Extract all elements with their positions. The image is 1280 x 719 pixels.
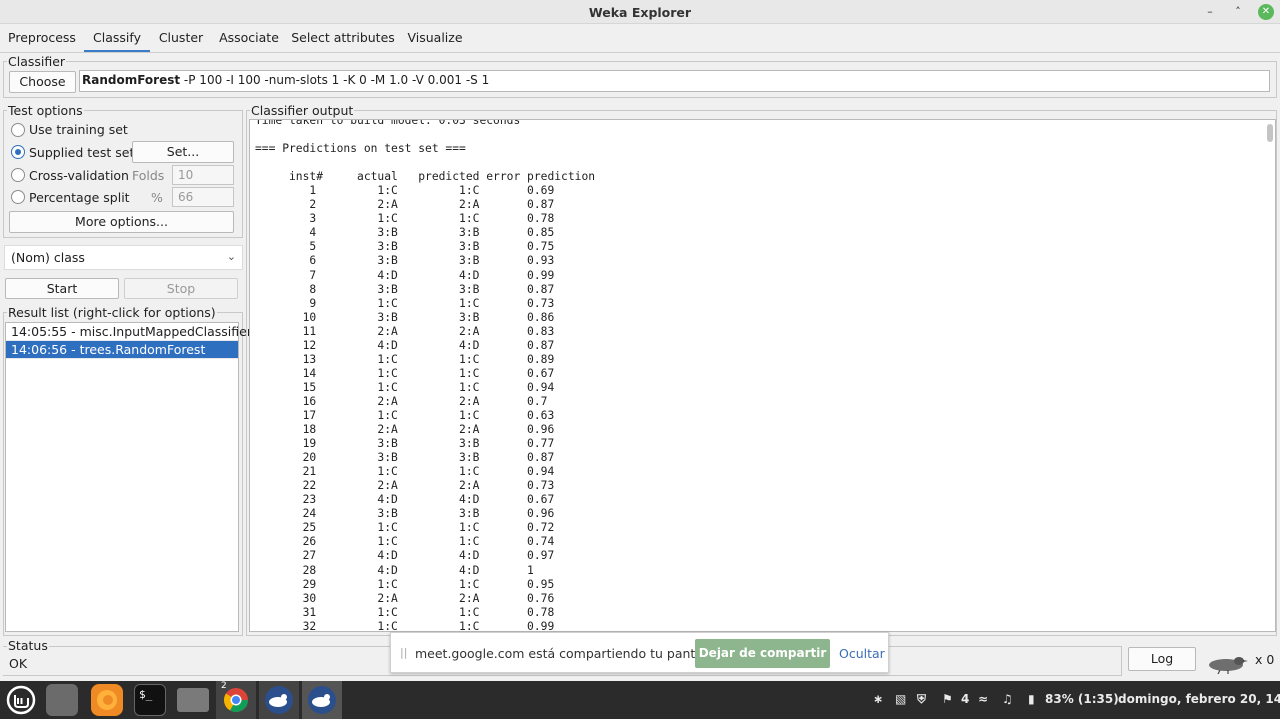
- cross-validation-radio[interactable]: [11, 168, 25, 182]
- set-test-set-button[interactable]: Set...: [132, 141, 234, 163]
- use-training-set-label: Use training set: [29, 122, 128, 137]
- stop-sharing-button[interactable]: Dejar de compartir: [695, 639, 830, 668]
- percentage-split-radio[interactable]: [11, 190, 25, 204]
- log-button[interactable]: Log: [1128, 647, 1196, 671]
- choose-button[interactable]: Choose: [9, 71, 76, 93]
- status-text: OK: [9, 656, 28, 671]
- close-button[interactable]: ✕: [1258, 4, 1274, 20]
- window-title: Weka Explorer: [588, 5, 692, 20]
- output-scrollbar[interactable]: [1267, 124, 1273, 142]
- stop-button[interactable]: Stop: [124, 278, 238, 299]
- test-options-group-label: Test options: [7, 103, 84, 118]
- use-training-set-radio[interactable]: [11, 123, 25, 137]
- classifier-group-label: Classifier: [7, 54, 67, 69]
- class-attribute-value: (Nom) class: [11, 250, 85, 265]
- start-button[interactable]: Start: [5, 278, 119, 299]
- title-bar: Weka Explorer – ˄ ✕: [0, 0, 1280, 24]
- taskbar: $_ 2 ∗ ▧ ⛨ ⚑ 4 ≈ ♫ ▮ 83% (1:35) domingo,…: [0, 681, 1280, 719]
- folds-field[interactable]: 10: [172, 165, 234, 185]
- classifier-output-label: Classifier output: [250, 103, 355, 118]
- battery-status: 83% (1:35): [1045, 692, 1119, 706]
- firefox-icon[interactable]: [91, 684, 123, 716]
- tab-visualize[interactable]: Visualize: [402, 24, 468, 52]
- bluetooth-icon[interactable]: ∗: [873, 692, 883, 706]
- result-item-input-mapped[interactable]: 14:05:55 - misc.InputMappedClassifier: [6, 323, 252, 341]
- weka-window-icon[interactable]: [263, 684, 295, 716]
- classifier-output-text[interactable]: Time taken to build model: 0.03 seconds …: [249, 119, 1276, 632]
- mint-menu-icon[interactable]: [5, 684, 37, 716]
- show-desktop-icon[interactable]: [46, 684, 78, 716]
- clock[interactable]: domingo, febrero 20, 14:09: [1118, 692, 1280, 706]
- clipboard-icon[interactable]: ▧: [895, 692, 906, 706]
- notifications-icon[interactable]: ⚑: [942, 692, 953, 706]
- tab-preprocess[interactable]: Preprocess: [3, 24, 81, 52]
- tab-associate[interactable]: Associate: [213, 24, 285, 52]
- battery-icon[interactable]: ▮: [1028, 692, 1035, 706]
- wifi-icon[interactable]: ≈: [978, 692, 988, 706]
- files-icon[interactable]: [177, 688, 209, 712]
- chrome-window-count: 2: [221, 681, 227, 691]
- share-message: meet.google.com está compartiendo tu pan…: [415, 646, 722, 661]
- terminal-icon[interactable]: $_: [134, 684, 166, 716]
- result-list[interactable]: 14:05:55 - misc.InputMappedClassifier 14…: [5, 322, 252, 632]
- tab-cluster[interactable]: Cluster: [154, 24, 208, 52]
- chevron-down-icon: ⌄: [226, 250, 236, 263]
- screen-share-bar: || meet.google.com está compartiendo tu …: [390, 632, 889, 673]
- sound-icon[interactable]: ♫: [1002, 692, 1013, 706]
- minimize-button[interactable]: –: [1202, 4, 1218, 20]
- percent-field[interactable]: 66: [172, 187, 234, 207]
- weka-bird-icon: [1206, 652, 1248, 675]
- cross-validation-label: Cross-validation: [29, 168, 129, 183]
- class-attribute-select[interactable]: (Nom) class ⌄: [4, 245, 243, 270]
- classifier-options: -P 100 -I 100 -num-slots 1 -K 0 -M 1.0 -…: [180, 73, 490, 87]
- predictions-text: Time taken to build model: 0.03 seconds …: [255, 119, 596, 632]
- tab-classify[interactable]: Classify: [84, 24, 150, 52]
- classifier-name: RandomForest: [82, 73, 181, 87]
- shield-icon[interactable]: ⛨: [917, 692, 926, 707]
- folds-label: Folds: [132, 168, 165, 183]
- notifications-count: 4: [961, 692, 970, 706]
- percentage-split-label: Percentage split: [29, 190, 130, 205]
- status-label: Status: [7, 638, 49, 653]
- result-list-label: Result list (right-click for options): [7, 305, 217, 320]
- task-count: x 0: [1255, 652, 1275, 667]
- more-options-button[interactable]: More options...: [9, 211, 234, 233]
- result-item-random-forest[interactable]: 14:06:56 - trees.RandomForest: [6, 341, 238, 359]
- tab-bar: Preprocess Classify Cluster Associate Se…: [0, 24, 1280, 53]
- percent-label: %: [151, 190, 163, 205]
- restore-button[interactable]: ˄: [1230, 4, 1246, 20]
- supplied-test-set-label: Supplied test set: [29, 145, 135, 160]
- weka-explorer-icon[interactable]: [306, 684, 338, 716]
- classifier-config-field[interactable]: RandomForest -P 100 -I 100 -num-slots 1 …: [79, 70, 1270, 92]
- supplied-test-set-radio[interactable]: [11, 145, 25, 159]
- tab-select-attributes[interactable]: Select attributes: [290, 24, 396, 52]
- hide-share-bar-link[interactable]: Ocultar: [839, 646, 885, 661]
- drag-handle-icon[interactable]: ||: [400, 646, 407, 659]
